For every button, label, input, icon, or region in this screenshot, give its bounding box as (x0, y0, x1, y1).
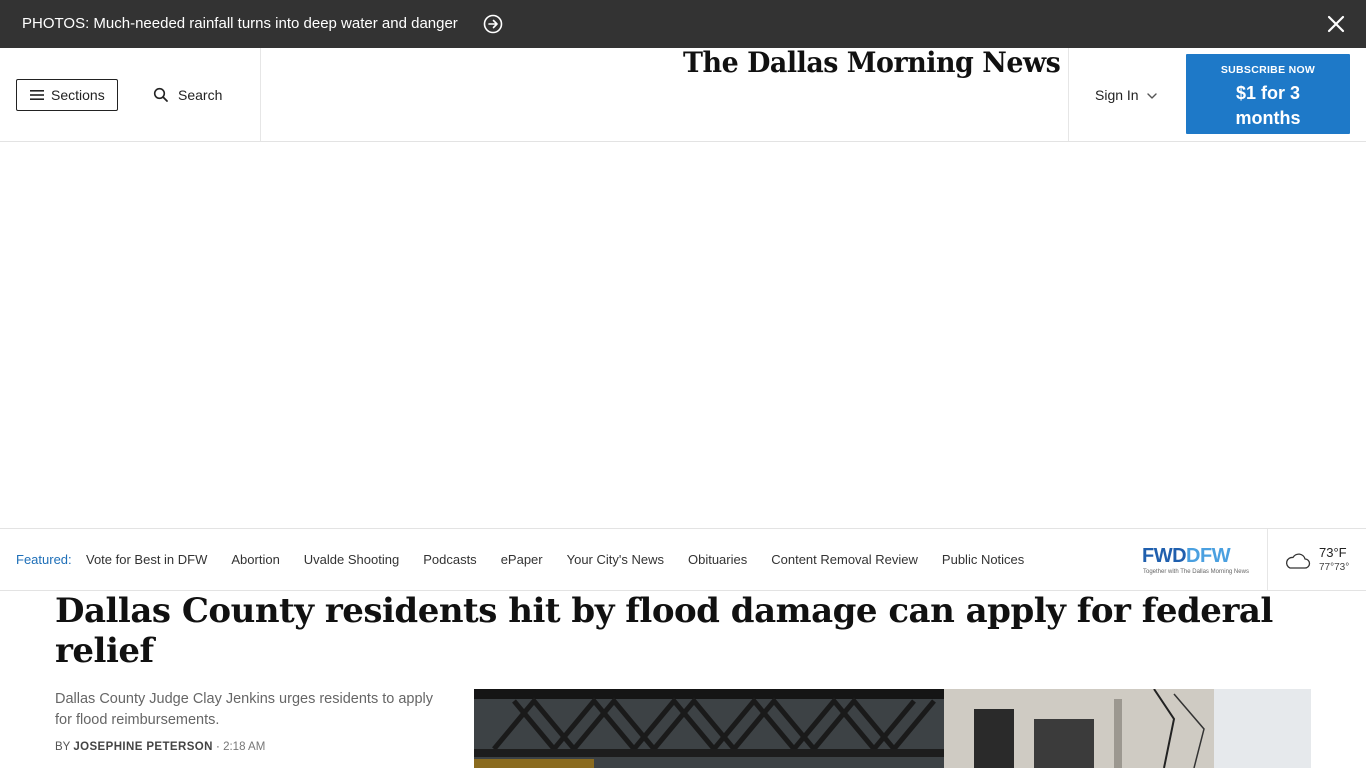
subscribe-kicker: SUBSCRIBE NOW (1220, 64, 1316, 76)
subscribe-offer: $1 for 3 months (1186, 81, 1350, 131)
weather-divider (1267, 529, 1268, 590)
article-dek: Dallas County Judge Clay Jenkins urges r… (55, 691, 434, 728)
featured-link-public-notices[interactable]: Public Notices (942, 552, 1024, 568)
subscribe-offer-line1: $1 for 3 (1235, 83, 1301, 103)
cloud-icon[interactable] (1283, 552, 1311, 570)
weather-high-low: 77°73° (1319, 562, 1350, 573)
arrow-right-circle-icon[interactable] (483, 14, 503, 34)
subscribe-button[interactable]: SUBSCRIBE NOW $1 for 3 months (1186, 54, 1350, 134)
article-byline: BY JOSEPHINE PETERSON · 2:18 AM (55, 740, 265, 754)
fwd-dfw-wordmark: FWDDFW (1142, 545, 1231, 567)
alert-text[interactable]: PHOTOS: Much-needed rainfall turns into … (22, 14, 458, 34)
featured-label: Featured: (16, 552, 72, 567)
sign-in-label: Sign In (1095, 87, 1139, 103)
byline-prefix: BY (55, 741, 71, 753)
fwd-dfw-logo[interactable]: FWDDFW Together with The Dallas Morning … (1142, 545, 1250, 575)
sign-in-button[interactable]: Sign In (1095, 86, 1158, 104)
sections-label: Sections (51, 87, 105, 103)
featured-link-podcasts[interactable]: Podcasts (423, 552, 476, 568)
search-button[interactable]: Search (153, 86, 233, 106)
featured-link-epaper[interactable]: ePaper (501, 552, 543, 568)
storefront-photo-illustration (474, 689, 1214, 768)
site-logo[interactable]: The Dallas Morning News (683, 48, 1061, 78)
site-header: Sections Search The Dallas Morning News … (0, 48, 1366, 142)
fwd-text: FWD (1142, 545, 1187, 567)
byline-time: 2:18 AM (223, 741, 266, 753)
featured-nav: Featured: Vote for Best in DFW Abortion … (0, 528, 1366, 591)
ad-slot (0, 142, 1366, 528)
subscribe-offer-line2: months (1235, 108, 1301, 128)
weather-temperature[interactable]: 73°F (1319, 545, 1347, 560)
featured-link-your-citys-news[interactable]: Your City's News (567, 552, 664, 568)
featured-link-content-removal-review[interactable]: Content Removal Review (771, 552, 918, 568)
featured-link-abortion[interactable]: Abortion (231, 552, 279, 568)
byline-author[interactable]: JOSEPHINE PETERSON (73, 741, 212, 753)
article-headline[interactable]: Dallas County residents hit by flood dam… (55, 591, 1275, 671)
photo-side-panel (1214, 689, 1311, 768)
chevron-down-icon (1147, 93, 1158, 99)
article-photo[interactable] (474, 689, 1214, 768)
featured-link-best-in-dfw[interactable]: Vote for Best in DFW (86, 552, 207, 568)
featured-link-obituaries[interactable]: Obituaries (688, 552, 747, 568)
search-icon (153, 87, 168, 102)
header-divider (1068, 48, 1069, 141)
featured-links: Vote for Best in DFW Abortion Uvalde Sho… (86, 552, 1048, 568)
close-icon[interactable] (1325, 13, 1347, 35)
fwd-dfw-tagline: Together with The Dallas Morning News (1143, 569, 1249, 575)
menu-icon (30, 90, 44, 100)
breaking-alert-bar[interactable]: PHOTOS: Much-needed rainfall turns into … (0, 0, 1366, 48)
header-divider (260, 48, 261, 141)
sections-button[interactable]: Sections (16, 79, 118, 111)
search-label: Search (178, 87, 223, 103)
byline-separator: · (216, 741, 220, 753)
featured-link-uvalde-shooting[interactable]: Uvalde Shooting (304, 552, 399, 568)
dfw-text: DFW (1186, 545, 1231, 567)
